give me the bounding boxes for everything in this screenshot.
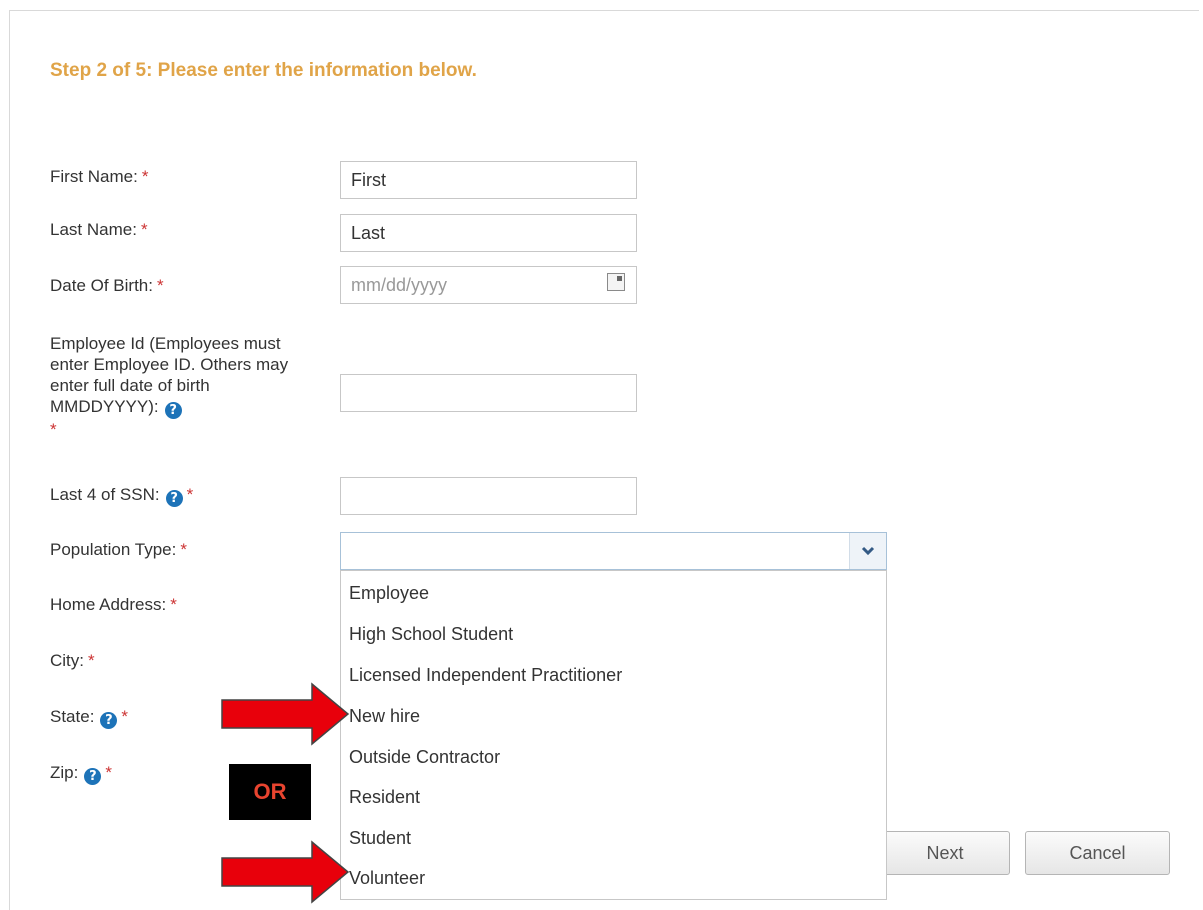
first-name-label: First Name: * — [50, 167, 149, 186]
ssn-input[interactable] — [340, 477, 637, 515]
home-address-label: Home Address: * — [50, 595, 177, 614]
dropdown-option[interactable]: Student — [349, 828, 411, 849]
city-label: City: * — [50, 651, 95, 670]
dob-label: Date Of Birth: * — [50, 276, 164, 295]
help-icon[interactable]: ? — [84, 768, 102, 785]
population-type-label: Population Type: * — [50, 540, 187, 559]
state-label: State:? * — [50, 707, 129, 729]
right-arrow-icon — [221, 682, 350, 746]
help-icon[interactable]: ? — [164, 402, 182, 419]
required-marker: * — [50, 420, 57, 439]
population-type-dropdown: Employee High School Student Licensed In… — [340, 570, 887, 900]
dropdown-option[interactable]: Volunteer — [349, 868, 425, 889]
required-marker: * — [186, 485, 194, 504]
or-annotation: OR — [229, 764, 311, 820]
chevron-down-icon[interactable] — [849, 533, 886, 569]
cancel-button[interactable]: Cancel — [1025, 831, 1170, 875]
last-name-label: Last Name: * — [50, 220, 148, 239]
last-name-input[interactable]: Last — [340, 214, 637, 252]
required-marker: * — [140, 220, 148, 239]
zip-label: Zip:? * — [50, 763, 112, 785]
required-marker: * — [170, 595, 177, 614]
help-icon[interactable]: ? — [165, 490, 183, 507]
required-marker: * — [141, 167, 149, 186]
right-arrow-icon — [221, 840, 350, 904]
population-type-select[interactable] — [340, 532, 887, 570]
ssn-label: Last 4 of SSN:? * — [50, 485, 194, 507]
employee-id-input[interactable] — [340, 374, 637, 412]
dropdown-option[interactable]: Licensed Independent Practitioner — [349, 665, 622, 686]
step-title: Step 2 of 5: Please enter the informatio… — [50, 60, 477, 81]
calendar-icon[interactable] — [607, 273, 625, 291]
required-marker: * — [88, 651, 95, 670]
dropdown-option[interactable]: Resident — [349, 787, 420, 808]
employee-id-label: Employee Id (Employees must enter Employ… — [50, 334, 289, 439]
next-button[interactable]: Next — [880, 831, 1010, 875]
dropdown-option[interactable]: High School Student — [349, 624, 513, 645]
required-marker: * — [105, 763, 112, 782]
dropdown-option[interactable]: New hire — [349, 706, 420, 727]
dob-input[interactable]: mm/dd/yyyy — [340, 266, 637, 304]
required-marker: * — [121, 707, 129, 726]
dropdown-option[interactable]: Employee — [349, 583, 429, 604]
first-name-input[interactable]: First — [340, 161, 637, 199]
help-icon[interactable]: ? — [100, 712, 118, 729]
required-marker: * — [180, 540, 187, 559]
dropdown-option[interactable]: Outside Contractor — [349, 747, 500, 768]
required-marker: * — [156, 276, 164, 295]
